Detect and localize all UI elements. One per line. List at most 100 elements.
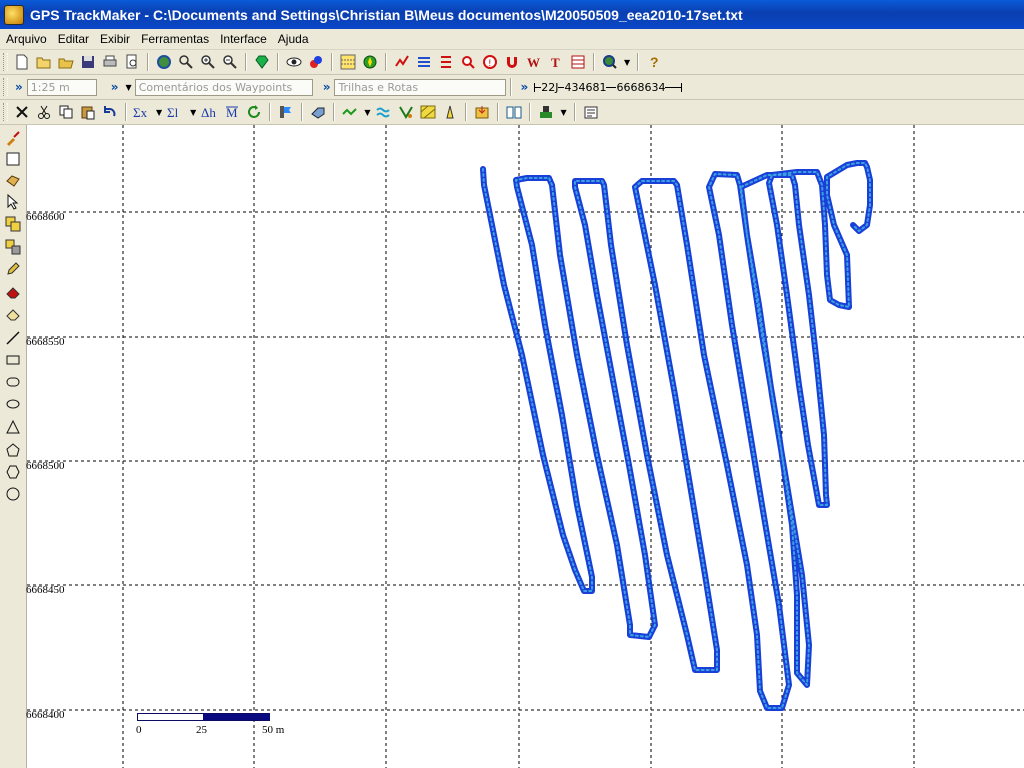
ellipse-icon[interactable] (4, 395, 22, 413)
pentagon-icon[interactable] (4, 441, 22, 459)
track-tool-icon[interactable] (392, 52, 412, 72)
pencil-icon[interactable] (4, 260, 22, 278)
window-title: GPS TrackMaker - C:\Documents and Settin… (30, 6, 743, 23)
grid-icon[interactable] (338, 52, 358, 72)
rounded-rect-icon[interactable] (4, 373, 22, 391)
route-icon[interactable] (414, 52, 434, 72)
chevron-down-icon[interactable]: ▼ (560, 108, 566, 117)
open-folder-icon[interactable] (34, 52, 54, 72)
menu-ferramentas[interactable]: Ferramentas (135, 32, 214, 46)
gps-track-line[interactable] (480, 160, 873, 711)
text-icon[interactable]: W (524, 52, 544, 72)
waypoints-comment-input[interactable]: Comentários dos Waypoints (134, 78, 313, 96)
svg-text:!: ! (488, 59, 492, 69)
menu-ajuda[interactable]: Ajuda (272, 32, 314, 46)
waypoint-icon[interactable] (436, 52, 456, 72)
chevron-down-icon[interactable]: ▼ (156, 108, 162, 117)
layer-icon[interactable] (4, 215, 22, 233)
scale-bar (137, 713, 270, 721)
toolbar-grip[interactable] (3, 103, 8, 121)
toolbar-grip[interactable] (3, 53, 8, 71)
filter-icon[interactable] (396, 102, 416, 122)
waves-icon[interactable] (374, 102, 394, 122)
eraser-icon[interactable] (4, 305, 22, 323)
eraser-red-icon[interactable] (4, 283, 22, 301)
flag-icon[interactable] (276, 102, 296, 122)
cut-icon[interactable] (34, 102, 54, 122)
circle-icon[interactable] (4, 485, 22, 503)
undo-icon[interactable] (100, 102, 120, 122)
paste-icon[interactable] (78, 102, 98, 122)
triangle-icon[interactable] (4, 418, 22, 436)
drawing-tools-bar (0, 125, 27, 768)
delta-icon[interactable]: Δh (200, 102, 220, 122)
paint-icon[interactable] (536, 102, 556, 122)
line-icon[interactable] (4, 329, 22, 347)
menu-arquivo[interactable]: Arquivo (0, 32, 52, 46)
toolbar-grip[interactable] (3, 78, 8, 96)
chevron-down-icon[interactable]: ▼ (364, 108, 370, 117)
hatch-icon[interactable] (418, 102, 438, 122)
pan-icon[interactable] (4, 171, 22, 189)
rectangle-icon[interactable] (4, 351, 22, 369)
new-file-icon[interactable] (12, 52, 32, 72)
menu-bar: Arquivo Editar Exibir Ferramentas Interf… (0, 29, 1024, 50)
road-icon[interactable] (440, 102, 460, 122)
app-globe-icon[interactable] (4, 4, 24, 25)
gem-icon[interactable] (252, 52, 272, 72)
zoom-in-icon[interactable] (198, 52, 218, 72)
send-icon[interactable] (308, 102, 328, 122)
chevron-down-icon[interactable]: ▼ (624, 58, 630, 67)
pointer-icon[interactable] (4, 193, 22, 211)
open-icon[interactable] (56, 52, 76, 72)
chevron-right-icon[interactable]: » (520, 80, 528, 94)
scale-input[interactable]: 1:25 m (26, 78, 97, 96)
menu-exibir[interactable]: Exibir (94, 32, 135, 46)
refresh-icon[interactable] (244, 102, 264, 122)
main-toolbar: ! W T ▼ ? (0, 50, 1024, 75)
mean-icon[interactable]: M (222, 102, 242, 122)
chevron-right-icon[interactable]: » (111, 80, 119, 94)
zoom-out-icon[interactable] (220, 52, 240, 72)
track-icon[interactable] (340, 102, 360, 122)
hexagon-icon[interactable] (4, 463, 22, 481)
layers-icon[interactable] (4, 238, 22, 256)
print-icon[interactable] (100, 52, 120, 72)
import-icon[interactable] (472, 102, 492, 122)
globe-find-icon[interactable] (600, 52, 620, 72)
text-t-icon[interactable]: T (546, 52, 566, 72)
sum-l-icon[interactable]: Σl (166, 102, 186, 122)
copy-icon[interactable] (56, 102, 76, 122)
select-rect-icon[interactable] (4, 150, 22, 168)
delete-icon[interactable] (12, 102, 32, 122)
color-icon[interactable] (306, 52, 326, 72)
chevron-down-icon[interactable]: ▼ (190, 108, 196, 117)
menu-interface[interactable]: Interface (214, 32, 272, 46)
chevron-right-icon[interactable]: » (15, 80, 23, 94)
easting-value: 434681 (564, 80, 607, 94)
paint-brush-icon[interactable] (4, 129, 22, 147)
globe-icon[interactable] (154, 52, 174, 72)
info-icon[interactable]: ! (480, 52, 500, 72)
search-icon[interactable] (458, 52, 478, 72)
edit-toolbar: Σx ▼ Σl ▼ Δh M ▼ ▼ (0, 100, 1024, 125)
properties-icon[interactable] (581, 102, 601, 122)
northing-label: 6668450 (26, 584, 65, 596)
save-icon[interactable] (78, 52, 98, 72)
menu-editar[interactable]: Editar (52, 32, 94, 46)
title-bar: GPS TrackMaker - C:\Documents and Settin… (0, 0, 1024, 29)
zoom-icon[interactable] (176, 52, 196, 72)
chevron-down-icon[interactable]: ▼ (126, 83, 132, 92)
print-preview-icon[interactable] (122, 52, 142, 72)
compass-icon[interactable] (360, 52, 380, 72)
table-icon[interactable] (568, 52, 588, 72)
utm-zone: 22J (541, 80, 559, 94)
help-icon[interactable]: ? (644, 52, 664, 72)
magnet-icon[interactable] (502, 52, 522, 72)
chevron-right-icon[interactable]: » (323, 80, 331, 94)
map-canvas[interactable] (27, 125, 1024, 768)
sum-x-icon[interactable]: Σx (132, 102, 152, 122)
view-eye-icon[interactable] (284, 52, 304, 72)
tracks-routes-input[interactable]: Trilhas e Rotas (334, 78, 507, 96)
book-icon[interactable] (504, 102, 524, 122)
